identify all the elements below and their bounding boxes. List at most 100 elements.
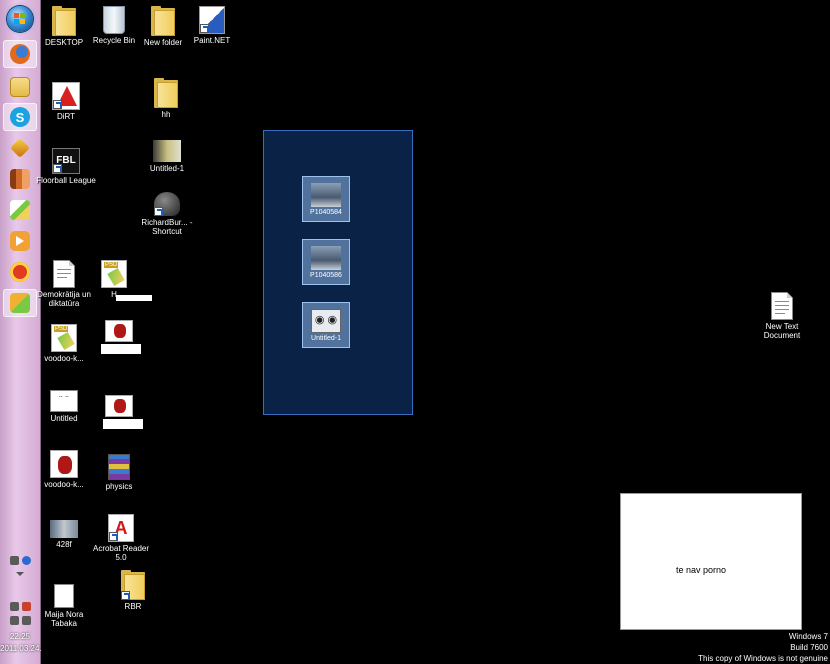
folder-icon	[151, 6, 175, 36]
icon-label: voodoo-k...	[44, 354, 84, 363]
image-thumbnail-icon	[50, 520, 78, 538]
image-thumbnail-icon	[50, 450, 78, 478]
recycle-bin-icon	[103, 6, 125, 34]
desktop-icon-floorball[interactable]: FBL Floorball League	[36, 148, 96, 185]
icon-label: Untitled	[50, 414, 78, 423]
file-label: Untitled-1	[311, 335, 341, 342]
image-thumbnail-icon	[54, 584, 74, 608]
taskbar-bitcomet-button[interactable]	[3, 258, 37, 286]
clock-date[interactable]: 2011.03.24.	[0, 644, 42, 653]
selected-file-p1040586[interactable]: P1040586	[302, 239, 350, 285]
selected-file-untitled-1[interactable]: ◉ ◉ Untitled-1	[302, 302, 350, 348]
taskbar-media-player-button[interactable]	[3, 227, 37, 255]
icon-label: DiRT	[56, 112, 76, 121]
photo-thumbnail-icon	[311, 246, 341, 270]
windows-flag-icon	[14, 13, 26, 25]
icon-label: Floorball League	[36, 176, 96, 185]
word-document-icon	[53, 260, 75, 288]
icon-label: Paint.NET	[193, 36, 231, 45]
scribble-mark	[116, 295, 152, 301]
psd-file-icon: PSD	[101, 260, 127, 288]
desktop-icon-paintnet[interactable]: Paint.NET	[182, 6, 242, 45]
flag-icon[interactable]	[21, 601, 31, 611]
file-label: P1040586	[310, 272, 342, 279]
desktop-icon-hh[interactable]: hh	[136, 78, 196, 119]
floorball-league-icon: FBL	[52, 148, 80, 174]
white-note-window[interactable]: te nav porno	[620, 493, 802, 630]
photo-thumbnail-icon	[311, 183, 341, 207]
desktop-icon-richardburns[interactable]: RichardBur... - Shortcut	[137, 192, 197, 236]
shortcut-arrow-icon	[53, 100, 62, 109]
desktop-icon-voodoo-image[interactable]: voodoo-k...	[34, 450, 94, 489]
paintnet-icon	[199, 6, 225, 34]
folder-icon	[52, 6, 76, 36]
icon-label: Acrobat Reader 5.0	[92, 544, 150, 562]
psd-file-icon: PSD	[51, 324, 77, 352]
desktop-icon-new-text-document[interactable]: New Text Document	[752, 292, 812, 340]
desktop-icon-dirt[interactable]: DiRT	[36, 82, 96, 121]
folder-library-icon	[10, 77, 30, 97]
windows-watermark: Windows 7 Build 7600 This copy of Window…	[698, 631, 828, 664]
bitcomet-icon	[10, 262, 30, 282]
desktop-icon-maija[interactable]: Maija Nora Tabaka	[34, 584, 94, 628]
play-icon	[10, 231, 30, 251]
shortcut-arrow-icon	[109, 532, 118, 541]
selected-file-p1040584[interactable]: P1040584	[302, 176, 350, 222]
desktop-icon-h-psd[interactable]: PSD H	[84, 260, 152, 301]
desktop-icon-red-image-2[interactable]	[89, 395, 149, 429]
chart-app-icon	[10, 169, 30, 189]
paintbrush-icon	[10, 200, 30, 220]
taskbar-paint-button[interactable]	[3, 196, 37, 224]
desktop-icon-acrobat[interactable]: A Acrobat Reader 5.0	[91, 514, 151, 562]
folder-icon	[154, 78, 178, 108]
desktop-icon-rbr[interactable]: RBR	[103, 570, 163, 611]
icon-label: physics	[105, 482, 133, 491]
face-drawing-icon: ◉ ◉	[311, 309, 341, 333]
dirt-game-icon	[52, 82, 80, 110]
taskbar-paintnet-button[interactable]	[3, 289, 37, 317]
acrobat-icon: A	[108, 514, 134, 542]
image-thumbnail-icon	[105, 395, 133, 417]
archive-icon	[108, 454, 130, 480]
desktop-icon-428f[interactable]: 428f	[34, 520, 94, 549]
shortcut-arrow-icon	[154, 207, 163, 216]
desktop-icon-voodoo-psd[interactable]: PSD voodoo-k...	[34, 324, 94, 363]
desktop-icon-red-image-1[interactable]	[89, 320, 149, 354]
shortcut-arrow-icon	[53, 164, 62, 173]
paint-tool-icon	[10, 293, 30, 313]
file-label: P1040584	[310, 209, 342, 216]
helmet-icon	[154, 192, 180, 216]
icon-label: hh	[161, 110, 171, 119]
taskbar-chart-button[interactable]	[3, 165, 37, 193]
desktop-icon-physics[interactable]: physics	[89, 454, 149, 491]
watermark-line-3: This copy of Windows is not genuine	[698, 654, 828, 663]
shortcut-arrow-icon	[121, 591, 130, 600]
image-thumbnail-icon: ¨ ¨	[50, 390, 78, 412]
icon-label: Untitled-1	[149, 164, 185, 173]
folder-icon	[121, 570, 145, 600]
icon-label: RichardBur... - Shortcut	[141, 218, 193, 236]
expand-tray-icon[interactable]	[16, 572, 24, 576]
watermark-line-1: Windows 7	[788, 632, 828, 641]
taskbar-explorer-button[interactable]	[3, 73, 37, 101]
battery-icon[interactable]	[9, 615, 19, 625]
network-icon[interactable]	[9, 601, 19, 611]
keyboard-icon[interactable]	[9, 555, 19, 565]
icon-label: voodoo-k...	[44, 480, 84, 489]
scribble-mark	[103, 419, 143, 429]
desktop-icon-untitled[interactable]: ¨ ¨ Untitled	[34, 390, 94, 423]
clock-time[interactable]: 22:25	[0, 632, 40, 641]
volume-icon[interactable]	[21, 615, 31, 625]
taskbar-skype-button[interactable]: S	[3, 103, 37, 131]
start-button[interactable]	[7, 6, 33, 32]
help-icon[interactable]	[21, 555, 31, 565]
icon-label: 428f	[56, 540, 72, 549]
scribble-mark	[101, 344, 141, 354]
skype-icon: S	[10, 107, 30, 127]
taskbar-winamp-button[interactable]	[3, 134, 37, 162]
icon-label: New Text Document	[763, 322, 801, 340]
selection-panel[interactable]: P1040584 P1040586 ◉ ◉ Untitled-1	[263, 130, 413, 415]
taskbar-firefox-button[interactable]	[3, 40, 37, 68]
desktop-icon-untitled-1[interactable]: Untitled-1	[137, 140, 197, 173]
note-text: te nav porno	[676, 565, 727, 575]
